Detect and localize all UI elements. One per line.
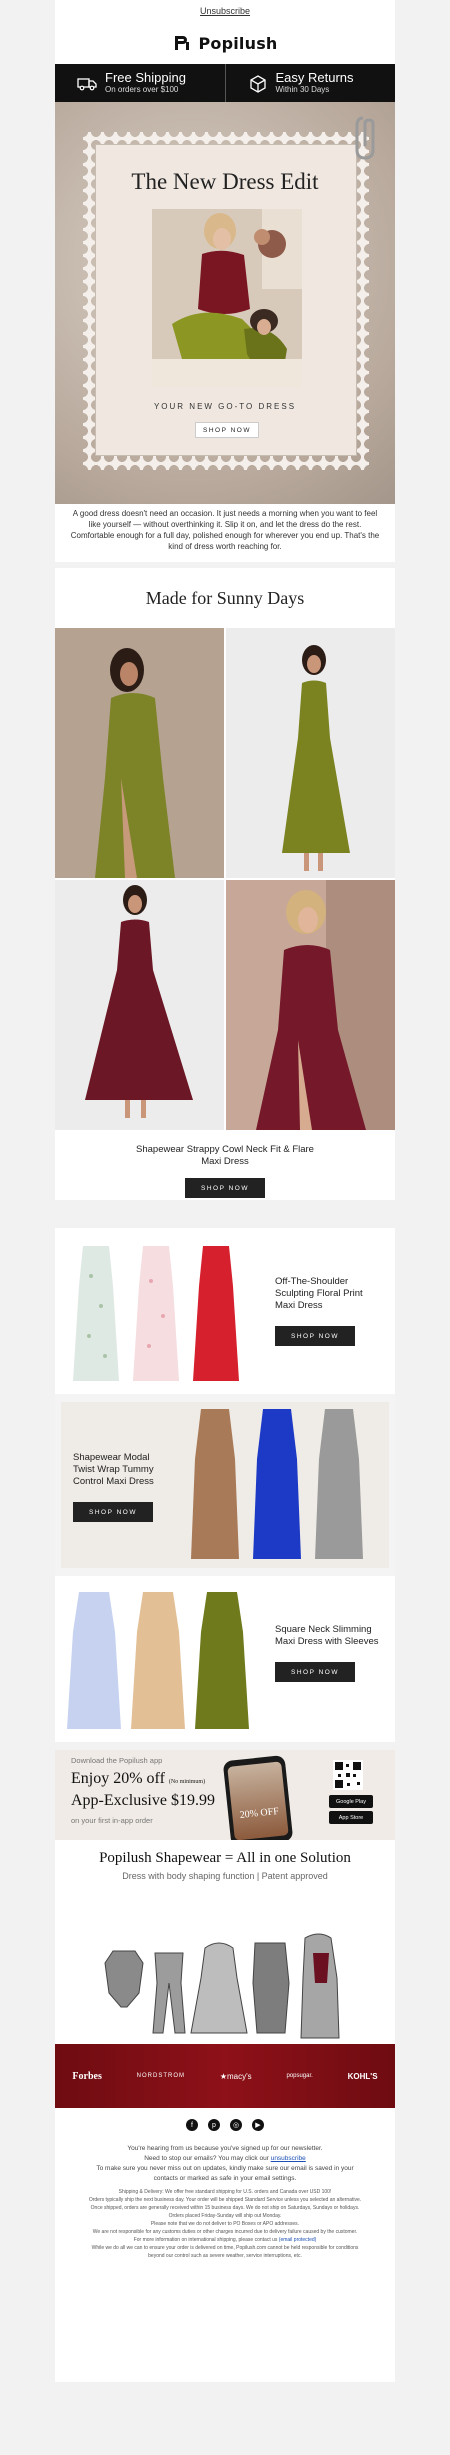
contact-email-link[interactable]: (email protected) [279,2237,317,2243]
benefit-title: Free Shipping [105,70,186,85]
footer-shipping: beyond our control such as severe weathe… [148,2253,302,2259]
footer: You're hearing from us because you've si… [55,2142,395,2382]
paper-clip-icon [355,116,375,160]
facebook-icon[interactable]: f [186,2119,198,2131]
product-title[interactable]: Off-The-Shoulder Sculpting Floral Print … [275,1276,385,1312]
footer-shipping: Orders typically ship the next business … [88,2197,362,2203]
intro-text: A good dress doesn't need an occasion. I… [70,509,380,551]
footer-shipping: Shipping & Delivery: We offer free stand… [118,2189,332,2195]
footer-line-2: Need to stop our emails? You may click o… [144,2155,271,2162]
app-offer: Enjoy 20% off [71,1770,165,1787]
photo-burgundy-dress-2[interactable] [226,880,395,1130]
app-sub-text: on your first in-app order [71,1816,153,1825]
shapewear-illustration [104,1933,340,2039]
product-card-twist-wrap[interactable]: Shapewear Modal Twist Wrap Tummy Control… [61,1402,389,1568]
floral-dresses-image [73,1246,239,1381]
google-play-badge[interactable]: Google Play [329,1795,373,1808]
hero-shop-now-button[interactable]: SHOP NOW [195,422,259,438]
hero-photo [152,209,302,387]
instagram-icon[interactable]: ◎ [230,2119,242,2131]
product-title[interactable]: Shapewear Modal Twist Wrap Tummy Control… [73,1452,173,1488]
truck-icon [77,78,97,91]
retailer-logo: ★macy's [219,2071,252,2081]
app-exclusive-price: App-Exclusive $19.99 [71,1792,215,1809]
photo-olive-dress-2[interactable] [226,628,395,878]
brand-name: Popilush [198,33,278,53]
return-box-icon [249,75,266,93]
footer-shipping: For more information on international sh… [133,2237,279,2243]
shapewear-title: Popilush Shapewear = All in one Solution [99,1850,351,1866]
made-for-sunny-days-section: Made for Sunny Days Shapewear Strappy Co… [55,568,395,1200]
hero-title: The New Dress Edit [131,169,319,194]
youtube-icon[interactable]: ▶ [252,2119,264,2131]
product-card-floral[interactable]: Off-The-Shoulder Sculpting Floral Print … [55,1228,395,1394]
social-links: f p ◎ ▶ [55,2108,395,2142]
product-title[interactable]: Square Neck Slimming Maxi Dress with Sle… [275,1624,385,1648]
benefit-subtitle: Within 30 Days [275,85,330,94]
easy-returns: Easy Returns Within 30 Days [224,64,396,102]
product-card-square-neck[interactable]: Square Neck Slimming Maxi Dress with Sle… [55,1576,395,1742]
section-title: Made for Sunny Days [145,587,305,608]
footer-shipping: Once shipped, orders are generally recei… [90,2205,360,2211]
footer-shipping: Orders placed Friday-Sunday will ship ou… [168,2213,282,2219]
retailer-logo: NORDSTROM [136,2073,186,2079]
product-title[interactable]: Shapewear Strappy Cowl Neck Fit & Flare … [55,1144,395,1168]
shop-now-button[interactable]: SHOP NOW [275,1662,355,1682]
brand-logo[interactable]: Popilush [55,22,395,64]
retailers-bar: Forbes NORDSTROM ★macy's popsugar. KOHL'… [55,2044,395,2108]
pinterest-icon[interactable]: p [208,2119,220,2131]
app-store-badge[interactable]: App Store [329,1811,373,1824]
benefit-subtitle: On orders over $100 [105,85,179,94]
footer-shipping: We are not responsible for any customs d… [92,2229,358,2235]
shapewear-subtitle: Dress with body shaping function | Paten… [122,1871,328,1881]
square-neck-dresses-image [67,1592,249,1729]
qr-code-icon [333,1760,363,1790]
shop-now-button[interactable]: SHOP NOW [73,1502,153,1522]
app-promo-banner[interactable]: Download the Popilush app Enjoy 20% off … [55,1750,395,1840]
product-cards: Off-The-Shoulder Sculpting Floral Print … [55,1228,395,1742]
product-photo-grid[interactable] [55,628,395,1130]
hero-banner[interactable]: The New Dress Edit YOUR NEW GO-TO DRESS … [55,102,395,504]
shop-now-button[interactable]: SHOP NOW [185,1178,265,1198]
footer-line-3: To make sure you never miss out on updat… [96,2165,354,2182]
app-offer-note: (No minimum) [168,1779,206,1785]
photo-olive-dress-1[interactable] [55,628,224,878]
benefit-title: Easy Returns [275,70,354,85]
free-shipping: Free Shipping On orders over $100 [55,64,225,102]
retailer-logo: popsugar. [286,2073,313,2079]
email-container: Unsubscribe Popilush Free Shipping On or… [55,0,395,2382]
benefits-bar: Free Shipping On orders over $100 Easy R… [55,64,395,102]
brand-mark-icon [175,36,190,50]
hero-tagline: YOUR NEW GO-TO DRESS [153,402,297,411]
retailer-logo: KOHL'S [347,2071,378,2081]
footer-shipping: While we do all we can to ensure your or… [91,2245,359,2251]
footer-unsubscribe-link[interactable]: unsubscribe [271,2155,306,2162]
app-download-text: Download the Popilush app [71,1756,163,1765]
shop-now-button[interactable]: SHOP NOW [275,1326,355,1346]
footer-line-1: You're hearing from us because you've si… [127,2145,323,2152]
footer-shipping: Please note that we do not deliver to PO… [150,2221,300,2227]
phone-mockup: 20% OFF [222,1754,294,1840]
email-page: Unsubscribe Popilush Free Shipping On or… [0,0,450,2455]
shapewear-section[interactable]: Popilush Shapewear = All in one Solution… [55,1840,395,2044]
unsubscribe-link[interactable]: Unsubscribe [200,6,250,16]
top-bar: Unsubscribe [55,0,395,22]
twist-wrap-dresses-image [191,1409,363,1559]
hero-models-image [152,209,302,387]
photo-burgundy-dress-1[interactable] [55,880,224,1130]
retailer-logo: Forbes [72,2070,102,2082]
